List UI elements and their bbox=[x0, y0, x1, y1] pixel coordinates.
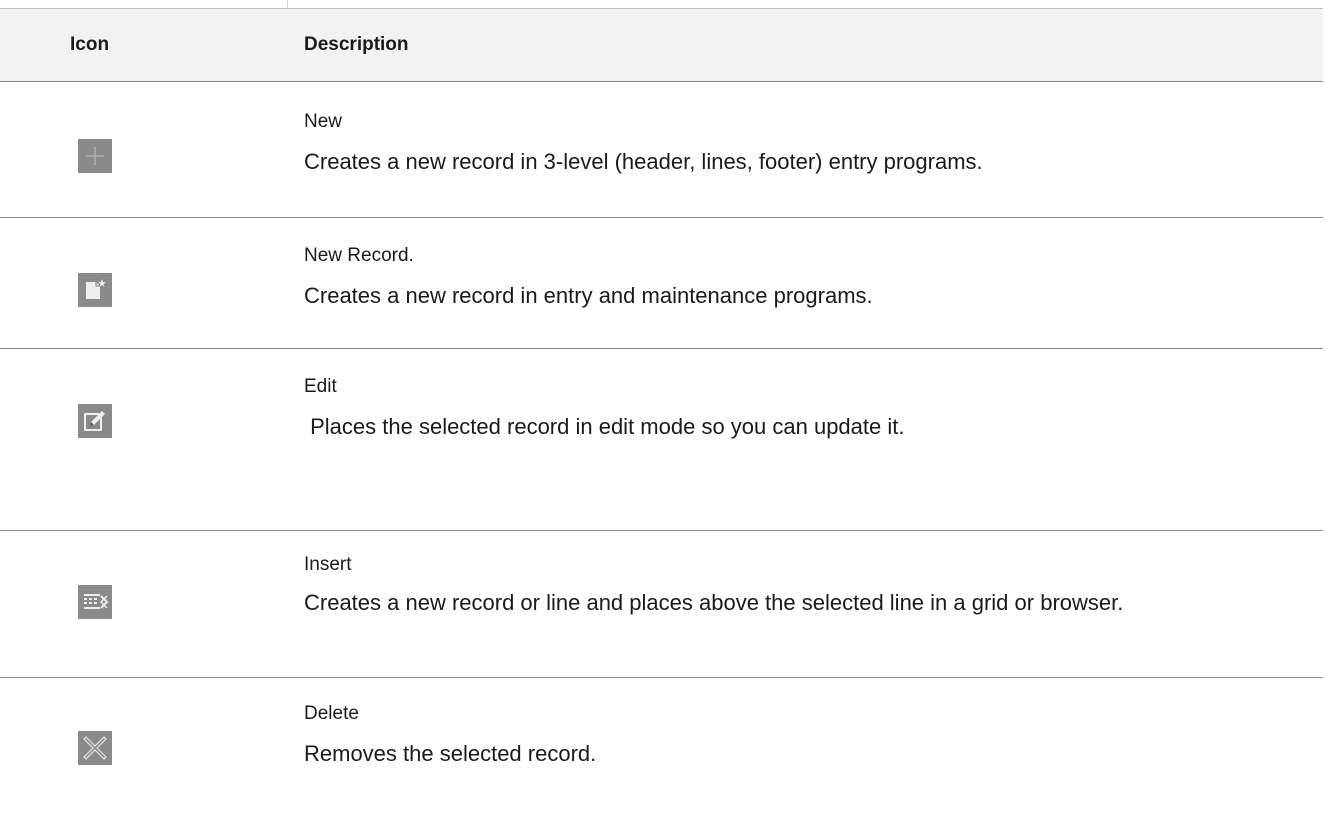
icon-cell bbox=[78, 404, 116, 442]
row-title: Delete bbox=[304, 703, 359, 724]
delete-x-icon bbox=[78, 731, 112, 765]
table-row: Edit Places the selected record in edit … bbox=[0, 349, 1323, 531]
icon-cell bbox=[78, 585, 116, 623]
description-cell: New Record. Creates a new record in entr… bbox=[304, 244, 1304, 312]
icon-cell bbox=[78, 731, 116, 769]
header-description-column: Description bbox=[304, 34, 409, 55]
row-description: Creates a new record in 3-level (header,… bbox=[304, 149, 983, 174]
description-cell: New Creates a new record in 3-level (hea… bbox=[304, 110, 1304, 178]
row-description: Creates a new record or line and places … bbox=[304, 590, 1124, 615]
row-description: Places the selected record in edit mode … bbox=[304, 414, 905, 439]
row-title: New Record. bbox=[304, 245, 414, 266]
plus-icon bbox=[78, 139, 112, 173]
table-row: Delete Removes the selected record. bbox=[0, 678, 1323, 798]
table-header-row: Icon Description bbox=[0, 9, 1323, 82]
table-row: New Record. Creates a new record in entr… bbox=[0, 218, 1323, 349]
icon-cell bbox=[78, 273, 116, 311]
description-cell: Insert Creates a new record or line and … bbox=[304, 553, 1304, 619]
insert-line-icon bbox=[78, 585, 112, 619]
icon-description-table: Icon Description New Creates a new recor… bbox=[0, 8, 1323, 798]
edit-pencil-icon bbox=[78, 404, 112, 438]
description-cell: Delete Removes the selected record. bbox=[304, 702, 1304, 770]
row-title: Edit bbox=[304, 376, 337, 397]
icon-cell bbox=[78, 139, 116, 177]
column-tick-mark bbox=[287, 0, 288, 8]
row-title: New bbox=[304, 111, 343, 132]
table-row: Insert Creates a new record or line and … bbox=[0, 531, 1323, 678]
row-description: Creates a new record in entry and mainte… bbox=[304, 283, 873, 308]
document-page: Icon Description New Creates a new recor… bbox=[0, 0, 1326, 815]
header-icon-column: Icon bbox=[70, 34, 110, 55]
table-row: New Creates a new record in 3-level (hea… bbox=[0, 82, 1323, 218]
row-description: Removes the selected record. bbox=[304, 741, 597, 766]
description-cell: Edit Places the selected record in edit … bbox=[304, 375, 1304, 443]
new-record-icon bbox=[78, 273, 112, 307]
row-title: Insert bbox=[304, 554, 352, 575]
